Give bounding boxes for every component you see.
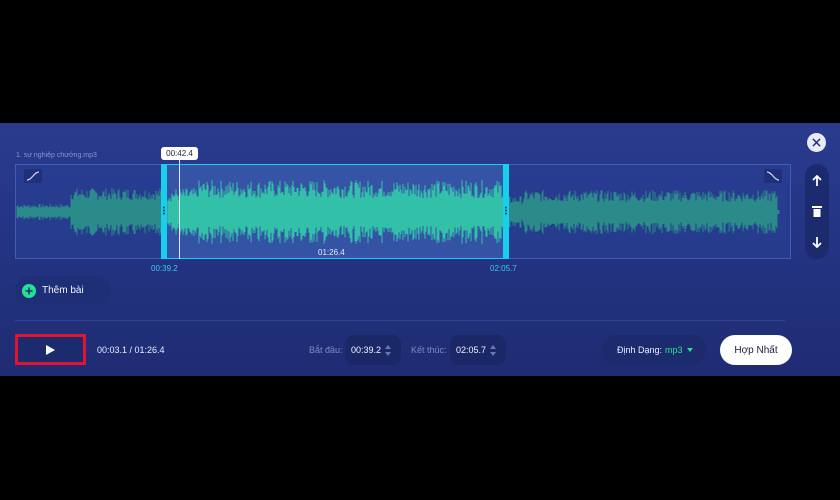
end-time-stepper[interactable]: [490, 344, 497, 356]
close-icon: [812, 138, 821, 147]
selection-start-time: 00:39.2: [151, 264, 178, 273]
selection-end-time: 02:05.7: [490, 264, 517, 273]
start-time-value: 00:39.2: [351, 345, 382, 355]
chevron-down-icon[interactable]: [385, 351, 392, 356]
format-dropdown[interactable]: Định Dạng: mp3: [602, 335, 706, 365]
merge-button[interactable]: Hợp Nhất: [720, 335, 792, 365]
playhead[interactable]: [179, 160, 180, 259]
divider: [15, 320, 785, 321]
trash-icon: [812, 206, 822, 217]
fade-out-button[interactable]: [764, 169, 782, 183]
fade-out-icon: [766, 171, 780, 181]
move-up-button[interactable]: [805, 170, 829, 192]
selection-start-handle[interactable]: • • •: [161, 205, 167, 218]
add-track-label: Thêm bài: [42, 285, 84, 296]
chevron-down-icon: [686, 348, 693, 352]
fade-in-button[interactable]: [24, 169, 42, 183]
selection-duration: 01:26.4: [318, 248, 345, 257]
chevron-up-icon[interactable]: [490, 344, 497, 349]
track-tools: [805, 164, 829, 259]
chevron-up-icon[interactable]: [385, 344, 392, 349]
plus-icon: [22, 283, 36, 298]
format-value: mp3: [665, 345, 683, 355]
start-time-stepper[interactable]: [385, 344, 392, 356]
selection-end-handle[interactable]: • • •: [503, 205, 509, 218]
start-time-field[interactable]: 00:39.2: [345, 335, 401, 365]
track-file-name: 1. sự nghiệp chướng.mp3: [16, 152, 97, 159]
play-icon: [46, 344, 55, 355]
start-time-label: Bắt đầu:: [309, 345, 343, 355]
delete-button[interactable]: [805, 200, 829, 222]
arrow-up-icon: [812, 175, 822, 186]
selection-range[interactable]: • • • • • •: [161, 164, 509, 259]
end-time-label: Kết thúc:: [411, 345, 447, 355]
playhead-time: 00:42.4: [161, 147, 198, 160]
close-button[interactable]: [807, 133, 826, 152]
format-label: Định Dạng:: [617, 345, 663, 355]
chevron-down-icon[interactable]: [490, 351, 497, 356]
move-down-button[interactable]: [805, 231, 829, 253]
arrow-down-icon: [812, 237, 822, 248]
add-track-button[interactable]: Thêm bài: [15, 276, 111, 305]
play-button[interactable]: [15, 334, 86, 365]
end-time-value: 02:05.7: [456, 345, 487, 355]
fade-in-icon: [26, 171, 40, 181]
playback-time: 00:03.1 / 01:26.4: [97, 345, 165, 355]
end-time-field[interactable]: 02:05.7: [450, 335, 506, 365]
